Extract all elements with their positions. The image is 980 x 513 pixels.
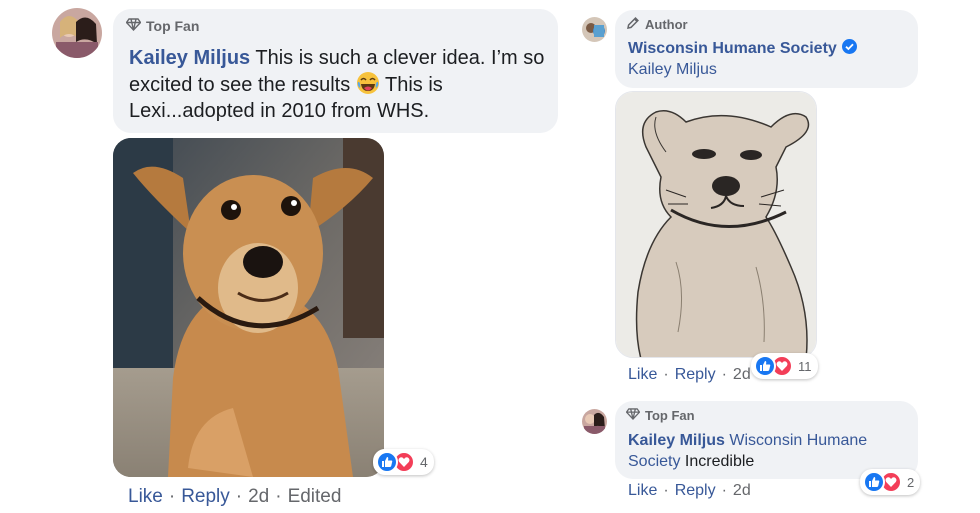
- reaction-count: 4: [420, 454, 428, 470]
- comment-actions: Like · Reply · 2d: [628, 482, 751, 500]
- badge-label: Top Fan: [645, 408, 695, 423]
- reaction-summary[interactable]: 11: [751, 353, 818, 379]
- diamond-icon: [125, 18, 142, 34]
- badge-label: Top Fan: [146, 18, 200, 34]
- like-link[interactable]: Like: [628, 482, 657, 500]
- separator: ·: [275, 486, 282, 507]
- comment-actions: Like · Reply · 2d · Edited: [128, 486, 341, 508]
- verified-badge-icon: [841, 39, 857, 59]
- comment-author-link[interactable]: Kailey Miljus: [628, 432, 725, 449]
- separator: ·: [663, 482, 669, 499]
- comment-author-link[interactable]: Kailey Miljus: [129, 47, 250, 69]
- timestamp[interactable]: 2d: [733, 482, 751, 500]
- reaction-count: 2: [907, 474, 915, 490]
- dog-drawing[interactable]: [615, 91, 817, 358]
- edited-label[interactable]: Edited: [288, 486, 342, 508]
- author-line: Wisconsin Humane Society: [628, 39, 857, 59]
- reply-link[interactable]: Reply: [675, 366, 716, 384]
- separator: ·: [721, 482, 727, 499]
- badge-label: Author: [645, 17, 688, 32]
- top-fan-badge: Top Fan: [625, 408, 695, 423]
- reply-link[interactable]: Reply: [675, 482, 716, 500]
- separator: ·: [721, 366, 727, 383]
- like-reaction-icon: [376, 451, 398, 473]
- reaction-summary[interactable]: 2: [860, 469, 921, 495]
- mention-link[interactable]: Kailey Miljus: [628, 61, 717, 79]
- author-comment-bubble: Author Wisconsin Humane Society Kailey M…: [615, 10, 918, 88]
- reply-body: Incredible: [680, 453, 755, 470]
- like-reaction-icon: [863, 471, 885, 493]
- reply-text: Kailey Miljus Wisconsin Humane Society I…: [628, 430, 908, 472]
- separator: ·: [168, 486, 176, 507]
- timestamp[interactable]: 2d: [248, 486, 269, 508]
- author-badge: Author: [626, 16, 688, 33]
- pencil-icon: [626, 16, 640, 33]
- top-fan-badge: Top Fan: [125, 18, 200, 34]
- laughing-emoji-icon: [356, 71, 380, 95]
- dog-photo[interactable]: [113, 138, 384, 477]
- diamond-icon: [625, 408, 641, 423]
- comment-author-link[interactable]: Wisconsin Humane Society: [628, 40, 837, 58]
- reaction-count: 11: [798, 358, 812, 374]
- avatar-kailey[interactable]: [582, 409, 607, 434]
- separator: ·: [663, 366, 669, 383]
- comment-text: Kailey Miljus This is such a clever idea…: [129, 45, 549, 124]
- like-link[interactable]: Like: [128, 486, 163, 508]
- comment-bubble: Top Fan Kailey Miljus This is such a cle…: [113, 9, 558, 133]
- timestamp[interactable]: 2d: [733, 366, 751, 384]
- avatar-kailey[interactable]: [52, 8, 102, 58]
- like-link[interactable]: Like: [628, 366, 657, 384]
- comment-actions: Like · Reply · 2d: [628, 366, 751, 384]
- like-reaction-icon: [754, 355, 776, 377]
- reaction-summary[interactable]: 4: [373, 449, 434, 475]
- separator: ·: [235, 486, 243, 507]
- reply-link[interactable]: Reply: [181, 486, 230, 508]
- avatar-whs[interactable]: [582, 17, 607, 42]
- reply-comment-bubble: Top Fan Kailey Miljus Wisconsin Humane S…: [615, 401, 918, 479]
